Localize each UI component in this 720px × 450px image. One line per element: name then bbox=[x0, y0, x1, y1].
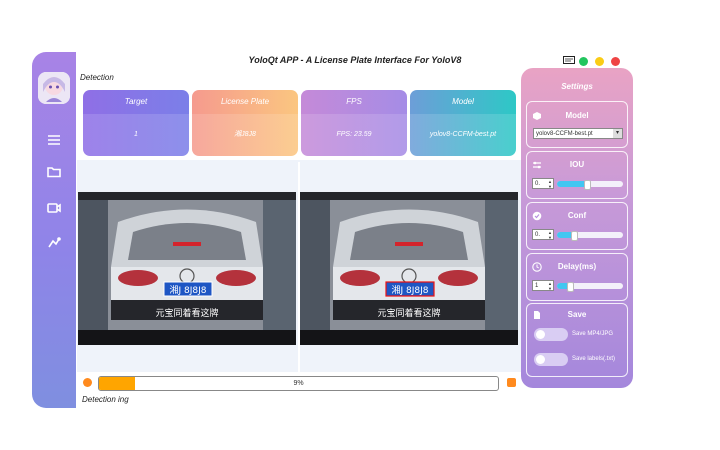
broadcast-icon[interactable] bbox=[44, 234, 64, 254]
save-panel: Save Save MP4/JPG Save labels(.txt) bbox=[526, 303, 628, 377]
original-video: 湘J 8J8J8 元宝同着看这牌 bbox=[78, 192, 296, 345]
chevron-down-icon: ▾ bbox=[613, 129, 622, 138]
spin-arrows-icon: ▲ ▼ bbox=[548, 179, 552, 189]
camera-icon[interactable] bbox=[44, 200, 64, 220]
status-text: Detection ing bbox=[82, 395, 129, 404]
menu-icon[interactable] bbox=[44, 132, 64, 152]
stat-title: FPS bbox=[301, 90, 407, 114]
save-media-toggle[interactable] bbox=[534, 328, 568, 341]
window-title: YoloQt APP - A License Plate Interface F… bbox=[248, 55, 462, 65]
delay-value: 1 bbox=[535, 283, 539, 289]
toggle-knob bbox=[536, 330, 545, 339]
save-labels-toggle[interactable] bbox=[534, 353, 568, 366]
run-button[interactable] bbox=[83, 378, 92, 387]
delay-slider[interactable] bbox=[557, 282, 623, 292]
stat-title: Model bbox=[410, 90, 516, 114]
iou-panel: IOU 0. ▲ ▼ bbox=[526, 151, 628, 199]
iou-slider-handle[interactable] bbox=[583, 180, 591, 190]
sidebar bbox=[32, 52, 76, 408]
stat-value: 1 bbox=[83, 114, 189, 156]
conf-slider-handle[interactable] bbox=[570, 231, 578, 241]
video-caption-detected: 元宝同着看这牌 bbox=[377, 307, 440, 319]
conf-spinbox[interactable]: 0. ▲ ▼ bbox=[532, 229, 554, 240]
model-select[interactable]: yolov8-CCFM-best.pt ▾ bbox=[533, 128, 623, 139]
stat-value: FPS: 23.59 bbox=[301, 114, 407, 156]
save-media-label: Save MP4/JPG bbox=[572, 331, 614, 337]
delay-spinbox[interactable]: 1 ▲ ▼ bbox=[532, 280, 554, 291]
maximize-button[interactable] bbox=[595, 57, 604, 66]
detected-video: 湘J 8J8J8 元宝同着看这牌 bbox=[300, 192, 518, 345]
progress-text: 9% bbox=[293, 380, 304, 387]
settings-title: Settings bbox=[561, 82, 593, 91]
stat-card-license-plate: License Plate 湘J8J8 bbox=[192, 90, 298, 156]
conf-value: 0. bbox=[535, 232, 541, 238]
conf-slider[interactable] bbox=[557, 231, 623, 241]
stat-card-model: Model yolov8-CCFM-best.pt bbox=[410, 90, 516, 156]
iou-slider[interactable] bbox=[557, 180, 623, 190]
avatar bbox=[38, 72, 70, 104]
message-icon[interactable] bbox=[563, 56, 575, 64]
progress-bar: 9% bbox=[98, 376, 499, 391]
iou-slider-fill bbox=[557, 181, 587, 187]
video-caption: 元宝同着看这牌 bbox=[155, 307, 218, 319]
iou-label: IOU bbox=[569, 160, 585, 169]
stat-value: 湘J8J8 bbox=[192, 114, 298, 156]
plate-text-detected: 湘J 8J8J8 bbox=[391, 284, 428, 296]
delay-panel: Delay(ms) 1 ▲ ▼ bbox=[526, 253, 628, 301]
toggle-knob bbox=[536, 355, 545, 364]
iou-value: 0. bbox=[535, 181, 541, 187]
spin-arrows-icon: ▲ ▼ bbox=[548, 230, 552, 240]
save-label: Save bbox=[567, 310, 587, 319]
minimize-button[interactable] bbox=[579, 57, 588, 66]
model-panel: Model yolov8-CCFM-best.pt ▾ bbox=[526, 101, 628, 148]
conf-panel: Conf 0. ▲ ▼ bbox=[526, 202, 628, 250]
plate-text: 湘J 8J8J8 bbox=[169, 284, 206, 296]
stat-value: yolov8-CCFM-best.pt bbox=[410, 114, 516, 156]
spin-arrows-icon: ▲ ▼ bbox=[548, 281, 552, 291]
close-button[interactable] bbox=[611, 57, 620, 66]
stop-button[interactable] bbox=[507, 378, 516, 387]
section-label: Detection bbox=[80, 73, 114, 82]
model-select-value: yolov8-CCFM-best.pt bbox=[536, 131, 593, 137]
stat-title: License Plate bbox=[192, 90, 298, 114]
settings-panel: Settings Model yolov8-CCFM-best.pt ▾ IOU… bbox=[521, 68, 633, 388]
conf-label: Conf bbox=[567, 211, 587, 220]
delay-label: Delay(ms) bbox=[557, 262, 597, 271]
stat-title: Target bbox=[83, 90, 189, 114]
stat-card-fps: FPS FPS: 23.59 bbox=[301, 90, 407, 156]
iou-spinbox[interactable]: 0. ▲ ▼ bbox=[532, 178, 554, 189]
delay-slider-handle[interactable] bbox=[567, 282, 575, 292]
stat-card-target: Target 1 bbox=[83, 90, 189, 156]
folder-icon[interactable] bbox=[44, 164, 64, 184]
model-label: Model bbox=[565, 111, 589, 120]
save-labels-label: Save labels(.txt) bbox=[572, 356, 616, 362]
